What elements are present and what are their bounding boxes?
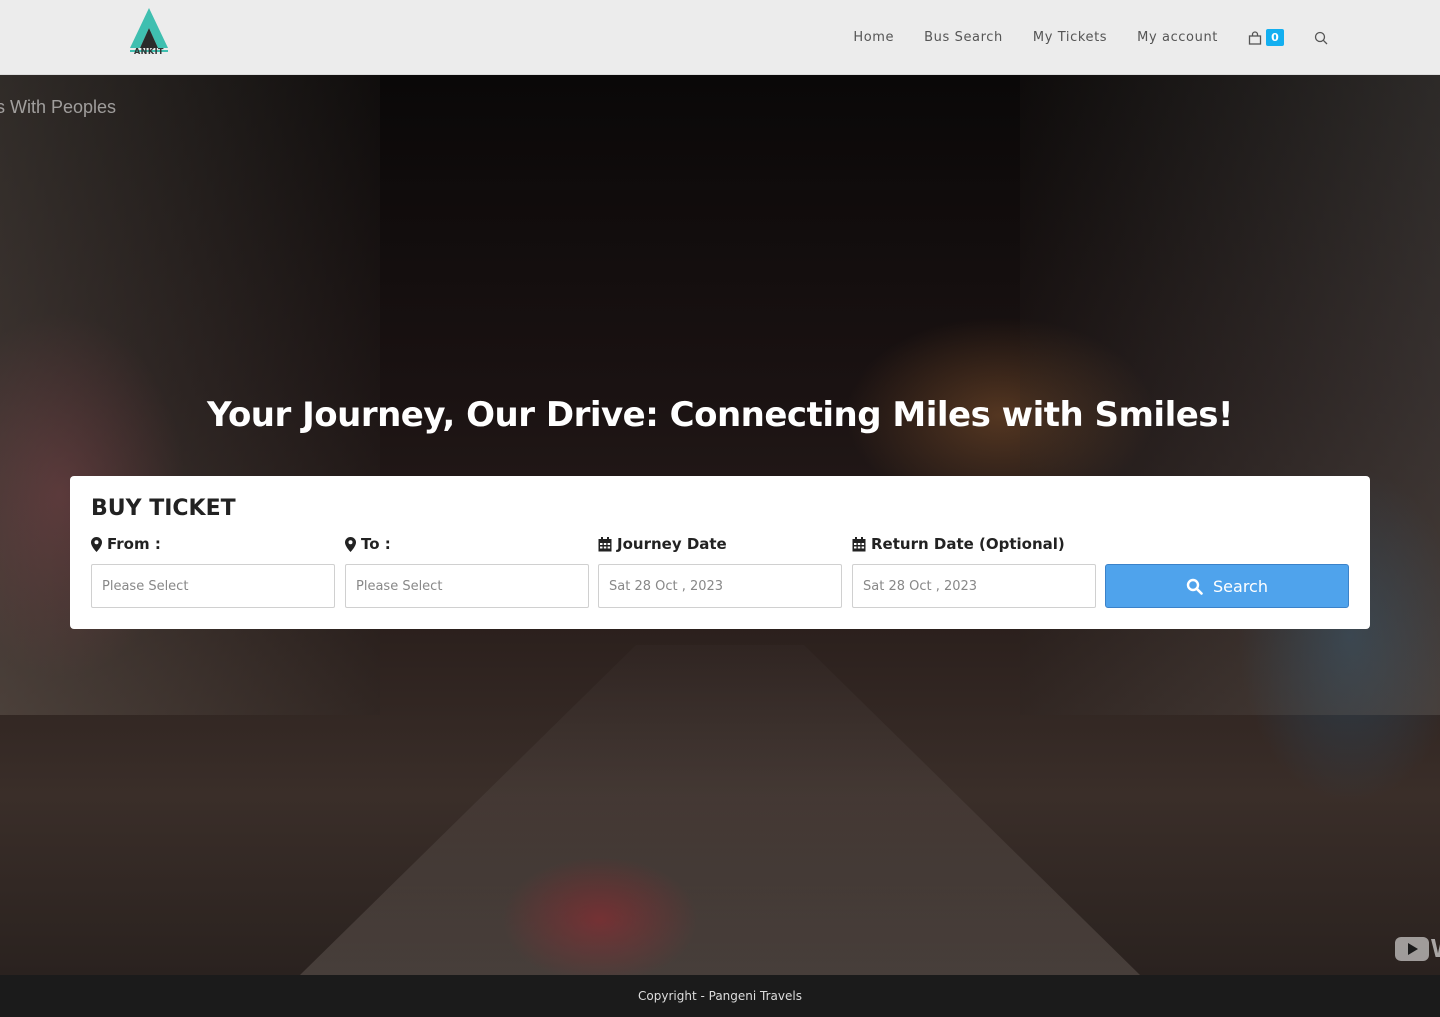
journey-date-field: Journey Date Sat 28 Oct , 2023 xyxy=(598,534,842,608)
cart-button[interactable]: 0 xyxy=(1248,29,1284,46)
to-label: To : xyxy=(345,534,589,554)
shopping-bag-icon xyxy=(1248,30,1262,45)
brand-logo[interactable]: ANKIT xyxy=(126,6,172,64)
calendar-icon xyxy=(598,536,612,551)
map-marker-icon xyxy=(345,536,356,552)
logo-text: ANKIT xyxy=(133,47,165,56)
from-label: From : xyxy=(91,534,335,554)
to-field: To : Please Select xyxy=(345,534,589,608)
to-label-text: To : xyxy=(361,535,391,553)
youtube-icon xyxy=(1395,936,1429,961)
hero-tagline: Your Journey, Our Drive: Connecting Mile… xyxy=(206,395,1234,435)
footer-copyright: Copyright - Pangeni Travels xyxy=(638,989,802,1003)
journey-date-label: Journey Date xyxy=(598,534,842,554)
search-icon xyxy=(1186,578,1203,595)
from-label-text: From : xyxy=(107,535,161,553)
buy-ticket-title: BUY TICKET xyxy=(91,496,236,521)
calendar-icon xyxy=(852,536,866,551)
return-date-field: Return Date (Optional) Sat 28 Oct , 2023 xyxy=(852,534,1096,608)
nav-home[interactable]: Home xyxy=(853,30,894,45)
from-select[interactable]: Please Select xyxy=(91,564,335,608)
return-date-label-text: Return Date (Optional) xyxy=(871,535,1065,553)
buy-ticket-card: BUY TICKET From : Please Select To : Ple… xyxy=(70,476,1370,629)
nav-bus-search[interactable]: Bus Search xyxy=(924,30,1003,45)
site-header: ANKIT Home Bus Search My Tickets My acco… xyxy=(0,0,1440,75)
youtube-watermark[interactable]: W xyxy=(1395,933,1440,964)
journey-date-input[interactable]: Sat 28 Oct , 2023 xyxy=(598,564,842,608)
search-button-label: Search xyxy=(1213,576,1268,596)
return-date-input[interactable]: Sat 28 Oct , 2023 xyxy=(852,564,1096,608)
main-nav: Home Bus Search My Tickets My account 0 xyxy=(823,0,1328,75)
hero-road xyxy=(300,645,1140,975)
video-title-ticker: us With Peoples xyxy=(0,97,117,117)
search-icon xyxy=(1314,31,1328,44)
cart-count-badge: 0 xyxy=(1266,29,1284,46)
header-search-button[interactable] xyxy=(1314,31,1328,45)
site-footer: Copyright - Pangeni Travels xyxy=(0,975,1440,1017)
map-marker-icon xyxy=(91,536,102,552)
journey-date-label-text: Journey Date xyxy=(617,535,727,553)
search-button[interactable]: Search xyxy=(1105,564,1349,608)
nav-my-tickets[interactable]: My Tickets xyxy=(1033,30,1107,45)
nav-my-account[interactable]: My account xyxy=(1137,30,1218,45)
to-select[interactable]: Please Select xyxy=(345,564,589,608)
youtube-wordmark: W xyxy=(1431,933,1440,964)
return-date-label: Return Date (Optional) xyxy=(852,534,1096,554)
from-field: From : Please Select xyxy=(91,534,335,608)
